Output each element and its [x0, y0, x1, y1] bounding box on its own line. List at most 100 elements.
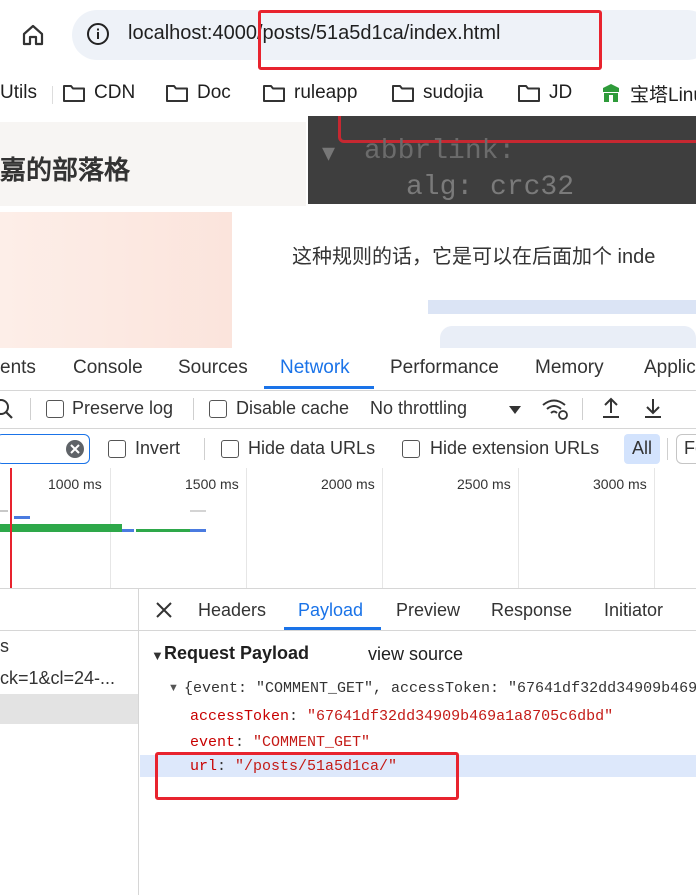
expand-triangle-icon[interactable]: ▼: [168, 682, 179, 694]
payload-value: "67641df32dd34909b469a1a8705c6dbd": [307, 708, 614, 725]
tab-console[interactable]: Console: [73, 357, 143, 379]
payload-field-event[interactable]: event: "COMMENT_GET": [190, 734, 370, 751]
filter-all-label: All: [632, 438, 653, 458]
folder-icon: [392, 85, 414, 102]
list-column-header[interactable]: s: [0, 636, 9, 657]
timeline-tick-label: 2500 ms: [457, 476, 511, 492]
timeline-gridline: [246, 468, 247, 588]
bookmark-jd[interactable]: JD: [517, 80, 572, 106]
tab-application[interactable]: Applic: [644, 357, 696, 379]
timeline-bar: [122, 529, 134, 532]
folder-icon: [263, 85, 285, 102]
bookmark-cdn[interactable]: CDN: [62, 80, 135, 106]
invert-label: Invert: [135, 438, 181, 458]
site-info-icon[interactable]: [86, 22, 110, 51]
article-image-edge: [440, 326, 696, 348]
timeline-tick-label: 2000 ms: [321, 476, 375, 492]
timeline-bar: [0, 524, 122, 532]
hide-data-urls-label: Hide data URLs: [248, 438, 376, 458]
hide-extension-urls-checkbox[interactable]: [402, 440, 420, 458]
clear-filter-icon[interactable]: [65, 439, 85, 464]
toolbar-divider: [30, 398, 31, 420]
disable-cache-label: Disable cache: [236, 398, 350, 418]
timeline-bar: [190, 529, 206, 532]
disable-cache-checkbox[interactable]: [209, 400, 227, 418]
network-conditions-icon[interactable]: [541, 397, 569, 426]
tab-headers[interactable]: Headers: [198, 600, 266, 621]
bookmark-label: ruleapp: [294, 82, 358, 103]
invert-checkbox[interactable]: [108, 440, 126, 458]
download-icon[interactable]: [642, 396, 664, 425]
tab-network[interactable]: Network: [280, 357, 350, 379]
selected-request-row[interactable]: [0, 694, 138, 724]
bookmark-label: sudojia: [423, 82, 484, 103]
bookmark-ruleapp[interactable]: ruleapp: [262, 80, 357, 106]
close-icon[interactable]: [154, 600, 174, 625]
bookmark-utils[interactable]: Utils: [0, 80, 37, 106]
tab-response[interactable]: Response: [491, 600, 572, 621]
filter-fetch-label: Fe: [684, 438, 696, 458]
timeline-bar: [0, 510, 8, 512]
list-header-divider: [0, 630, 138, 631]
preserve-log-checkbox[interactable]: [46, 400, 64, 418]
request-list: [0, 589, 139, 895]
folder-icon: [518, 85, 540, 102]
preserve-log-label: Preserve log: [72, 398, 174, 418]
payload-key: event: [190, 734, 236, 751]
tab-elements[interactable]: ents: [0, 357, 36, 379]
active-tab-indicator: [264, 386, 374, 389]
collapse-triangle-icon[interactable]: ▼: [151, 648, 164, 663]
view-source-link[interactable]: view source: [368, 644, 463, 665]
code-line: alg: crc32: [406, 172, 575, 203]
article-paragraph: 这种规则的话，它是可以在后面加个 inde: [292, 246, 656, 268]
bookmark-sudojia[interactable]: sudojia: [391, 80, 483, 106]
timeline-bar: [190, 510, 206, 512]
blog-title[interactable]: 嘉的部落格: [0, 150, 130, 187]
home-icon[interactable]: [20, 22, 46, 53]
payload-value: "COMMENT_GET": [253, 734, 371, 751]
payload-key: accessToken: [190, 708, 290, 725]
bookmark-bt[interactable]: 宝塔Linu: [600, 80, 696, 106]
tab-preview[interactable]: Preview: [396, 600, 460, 621]
folder-icon: [63, 85, 85, 102]
hide-extension-urls-label: Hide extension URLs: [430, 438, 600, 458]
request-row[interactable]: ck=1&cl=24-...: [0, 668, 115, 689]
article-image-edge: [428, 300, 696, 314]
request-payload-title[interactable]: Request Payload: [164, 643, 309, 664]
bookmark-label: Doc: [197, 82, 231, 103]
timeline-bar: [136, 529, 190, 532]
tab-memory[interactable]: Memory: [535, 357, 604, 379]
active-detail-tab-indicator: [284, 627, 381, 630]
toolbar-divider: [667, 438, 668, 460]
tab-payload[interactable]: Payload: [298, 600, 363, 621]
timeline-bar: [14, 516, 30, 519]
bookmark-label: JD: [549, 82, 573, 103]
bookmark-doc[interactable]: Doc: [165, 80, 231, 106]
payload-field-accesstoken[interactable]: accessToken: "67641df32dd34909b469a1a870…: [190, 708, 613, 725]
timeline-tick-label: 1000 ms: [48, 476, 102, 492]
toolbar-divider: [582, 398, 583, 420]
payload-colon: :: [235, 734, 254, 751]
timeline-gridline: [654, 468, 655, 588]
tab-initiator[interactable]: Initiator: [604, 600, 663, 621]
payload-colon: :: [289, 708, 308, 725]
folder-icon: [166, 85, 188, 102]
payload-summary[interactable]: {event: "COMMENT_GET", accessToken: "676…: [184, 680, 696, 697]
bookmark-divider: [52, 86, 53, 104]
hide-data-urls-checkbox[interactable]: [221, 440, 239, 458]
tab-sources[interactable]: Sources: [178, 357, 248, 379]
bookmark-label: Utils: [0, 82, 37, 103]
toolbar-divider: [204, 438, 205, 460]
timeline-gridline: [382, 468, 383, 588]
upload-icon[interactable]: [600, 396, 622, 425]
search-icon[interactable]: [0, 398, 14, 425]
chevron-down-icon[interactable]: [508, 402, 522, 420]
url-highlight-box: [258, 10, 602, 70]
timeline-tick-label: 3000 ms: [593, 476, 647, 492]
toolbar-divider: [193, 398, 194, 420]
throttling-select[interactable]: No throttling: [370, 398, 467, 419]
bookmark-label: CDN: [94, 82, 136, 103]
decorative-sidebar: [0, 212, 232, 348]
code-block: ▾ abbrlink: alg: crc32: [308, 116, 696, 204]
tab-performance[interactable]: Performance: [390, 357, 499, 379]
